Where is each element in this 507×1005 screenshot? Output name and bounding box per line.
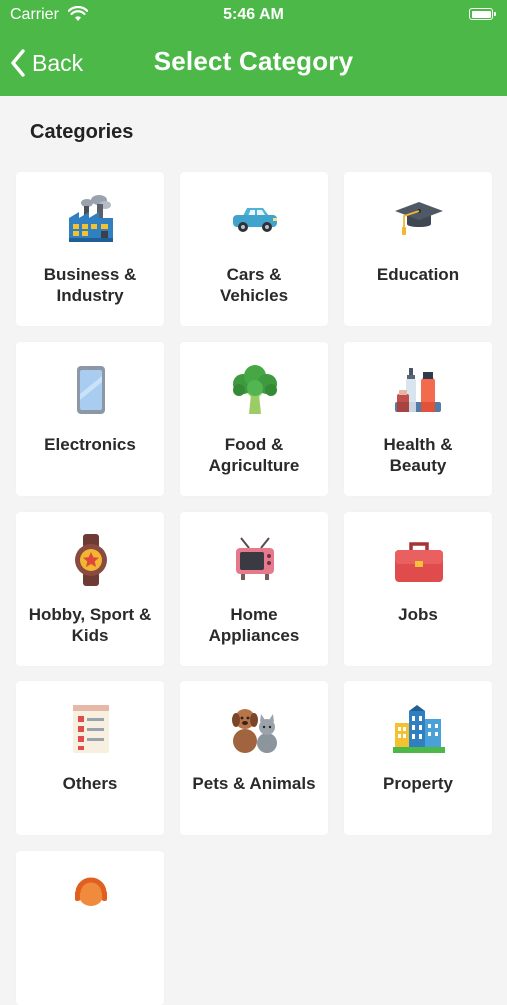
navigation-bar: Back Select Category [0,30,507,96]
briefcase-icon [393,534,445,586]
category-tile-electronics[interactable]: Electronics [16,342,164,496]
category-label: Pets & Animals [192,774,316,793]
dog-cat-icon [229,703,281,755]
category-tile-business-industry[interactable]: Business & Industry [16,172,164,326]
car-icon [229,194,281,246]
page-title: Select Category [153,46,354,76]
category-tile-pets-animals[interactable]: Pets & Animals [180,681,328,835]
category-label: Health & Beauty [383,435,453,475]
category-label: Others [62,774,118,793]
list-icon [65,703,117,755]
graduation-cap-icon [393,194,445,246]
category-label: Business & Industry [43,265,137,305]
medal-icon [65,534,117,586]
category-label: Jobs [398,605,438,624]
tv-icon [229,534,281,586]
category-tile-support[interactable] [16,851,164,1005]
category-tile-property[interactable]: Property [344,681,492,835]
category-tile-jobs[interactable]: Jobs [344,512,492,666]
category-label: Electronics [44,435,136,454]
category-label: Food & Agriculture [208,435,300,475]
category-label: Property [383,774,453,793]
category-label: Hobby, Sport & Kids [28,605,152,645]
buildings-icon [393,703,445,755]
section-title: Categories [30,121,134,143]
factory-icon [65,194,117,246]
category-label: Education [376,265,460,284]
category-tile-education[interactable]: Education [344,172,492,326]
category-label: Home Appliances [208,605,300,645]
support-agent-icon [65,873,117,925]
category-tile-food-agriculture[interactable]: Food & Agriculture [180,342,328,496]
category-tile-health-beauty[interactable]: Health & Beauty [344,342,492,496]
cosmetics-icon [393,364,445,416]
category-tile-hobby-sport-kids[interactable]: Hobby, Sport & Kids [16,512,164,666]
status-bar: Carrier 5:46 AM [0,0,507,30]
clock: 5:46 AM [223,6,284,23]
broccoli-icon [229,364,281,416]
category-tile-others[interactable]: Others [16,681,164,835]
category-tile-cars-vehicles[interactable]: Cars & Vehicles [180,172,328,326]
category-label: Cars & Vehicles [219,265,289,305]
smartphone-icon [65,364,117,416]
category-tile-home-appliances[interactable]: Home Appliances [180,512,328,666]
battery-icon [469,8,496,20]
